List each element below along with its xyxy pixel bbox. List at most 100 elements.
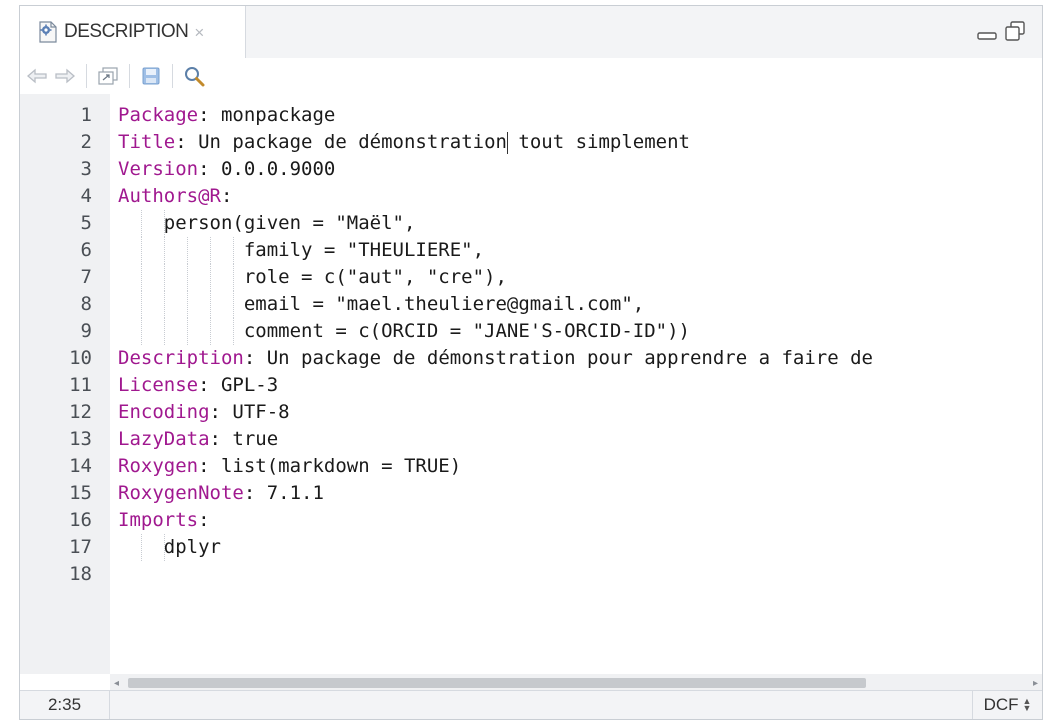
field-value: 0.0.0.9000 — [220, 158, 336, 180]
code-line[interactable]: 13 LazyData: true — [69, 426, 1042, 453]
toolbar-separator — [86, 64, 87, 88]
indent-guide — [209, 264, 211, 291]
code-line[interactable]: 4 Authors@R: — [81, 183, 1042, 210]
code-line[interactable]: 10 Description: Un package de démonstrati… — [69, 345, 1042, 372]
field-value: Un package de démonstration tout simplem… — [198, 131, 690, 153]
field-key: Title — [118, 131, 176, 153]
line-number: 5 — [80, 212, 92, 234]
code-line[interactable]: 14 Roxygen: list(markdown = TRUE) — [69, 453, 1042, 480]
indent-guide — [209, 291, 211, 318]
indent-guide — [209, 318, 211, 345]
indent-guide — [186, 264, 188, 291]
indent-guide — [140, 291, 142, 318]
window-controls — [976, 20, 1026, 42]
save-icon[interactable] — [138, 63, 164, 89]
indent-guide — [186, 237, 188, 264]
code-line[interactable]: 7 role = c("aut", "cre"), — [81, 264, 1042, 291]
show-in-window-icon[interactable] — [95, 63, 121, 89]
scrollbar-thumb[interactable] — [128, 678, 866, 688]
forward-arrow-icon[interactable] — [52, 63, 78, 89]
cursor-position: 2:35 — [20, 691, 110, 719]
code-line[interactable]: 11 License: GPL-3 — [69, 372, 1042, 399]
line-text: role = c("aut", "cre"), — [118, 264, 507, 291]
indent-guide — [232, 291, 234, 318]
code-line[interactable]: 5 person(given = "Maël", — [81, 210, 1042, 237]
indent-guide — [163, 210, 165, 237]
dcf-file-icon — [39, 21, 57, 43]
line-text: Version: 0.0.0.9000 — [118, 158, 336, 180]
updown-arrows-icon: ▲ ▼ — [1022, 696, 1032, 713]
field-key: Authors@R — [118, 185, 221, 207]
line-number: 17 — [69, 536, 92, 558]
line-text: comment = c(ORCID = "JANE'S-ORCID-ID")) — [118, 318, 690, 345]
field-value: Un package de démonstration pour apprend… — [266, 347, 873, 369]
field-key: Roxygen — [118, 455, 199, 477]
indent-guide — [140, 210, 142, 237]
line-number: 9 — [80, 320, 92, 342]
code-line[interactable]: 8 email = "mael.theuliere@gmail.com", — [81, 291, 1042, 318]
indent-guide — [232, 264, 234, 291]
file-type-selector[interactable]: DCF ▲ ▼ — [972, 691, 1042, 719]
field-value: dplyr — [118, 536, 221, 558]
indent-guide — [163, 534, 165, 561]
indent-guide — [232, 318, 234, 345]
indent-guide — [163, 291, 165, 318]
line-text: Description: Un package de démonstration… — [118, 347, 873, 369]
status-bar: 2:35 DCF ▲ ▼ — [20, 690, 1042, 719]
line-number: 12 — [69, 401, 92, 423]
tab-close-icon[interactable]: × — [194, 24, 204, 41]
line-text: RoxygenNote: 7.1.1 — [118, 482, 324, 504]
code-line[interactable]: 12 Encoding: UTF-8 — [69, 399, 1042, 426]
field-value: comment = c(ORCID = "JANE'S-ORCID-ID")) — [118, 320, 690, 342]
editor-toolbar — [20, 58, 1042, 95]
line-number: 4 — [80, 185, 92, 207]
code-line[interactable]: 6 family = "THEULIERE", — [81, 237, 1042, 264]
code-line[interactable]: 9 comment = c(ORCID = "JANE'S-ORCID-ID")… — [81, 318, 1042, 345]
maximize-icon[interactable] — [1004, 20, 1026, 42]
toolbar-separator — [172, 64, 173, 88]
line-text: Package: monpackage — [118, 104, 336, 126]
tab-description[interactable]: DESCRIPTION × — [20, 6, 246, 58]
line-number: 13 — [69, 428, 92, 450]
indent-guide — [140, 318, 142, 345]
scroll-right-icon[interactable]: ▸ — [1033, 678, 1038, 689]
field-key: Package — [118, 104, 199, 126]
code-area[interactable]: 1 Package: monpackage 2 Title: Un package d… — [69, 102, 1042, 674]
code-line[interactable]: 2 Title: Un package de démonstration tout… — [81, 129, 1042, 156]
line-number: 6 — [80, 239, 92, 261]
code-line[interactable]: 3 Version: 0.0.0.9000 — [81, 156, 1042, 183]
line-number: 18 — [69, 563, 92, 585]
line-number: 15 — [69, 482, 92, 504]
field-value: UTF-8 — [232, 401, 290, 423]
field-key: Version — [118, 158, 199, 180]
indent-guide — [186, 291, 188, 318]
line-number: 14 — [69, 455, 92, 477]
indent-guide — [209, 237, 211, 264]
indent-guide — [163, 264, 165, 291]
line-number: 11 — [69, 374, 92, 396]
line-text: email = "mael.theuliere@gmail.com", — [118, 291, 644, 318]
field-value: family = "THEULIERE", — [118, 239, 485, 261]
indent-guide — [140, 237, 142, 264]
code-line[interactable]: 17 dplyr — [69, 534, 1042, 561]
scroll-left-icon[interactable]: ◂ — [114, 678, 119, 689]
code-line[interactable]: 15 RoxygenNote: 7.1.1 — [69, 480, 1042, 507]
line-text: person(given = "Maël", — [118, 210, 416, 237]
search-icon[interactable] — [181, 63, 207, 89]
code-line[interactable]: 18 — [69, 561, 1042, 588]
line-text: Imports: — [118, 509, 210, 531]
minimize-icon[interactable] — [976, 20, 998, 42]
field-value: role = c("aut", "cre"), — [118, 266, 507, 288]
line-text: Authors@R: — [118, 185, 233, 207]
code-editor[interactable]: 1 Package: monpackage 2 Title: Un package d… — [20, 94, 1042, 674]
code-line[interactable]: 16 Imports: — [69, 507, 1042, 534]
field-key: License — [118, 374, 199, 396]
code-line[interactable]: 1 Package: monpackage — [81, 102, 1042, 129]
indent-guide — [163, 318, 165, 345]
line-text: Encoding: UTF-8 — [118, 401, 290, 423]
line-number: 1 — [80, 104, 92, 126]
field-value: true — [232, 428, 279, 450]
field-key: Encoding — [118, 401, 210, 423]
back-arrow-icon[interactable] — [24, 63, 50, 89]
tab-title: DESCRIPTION — [64, 21, 189, 42]
